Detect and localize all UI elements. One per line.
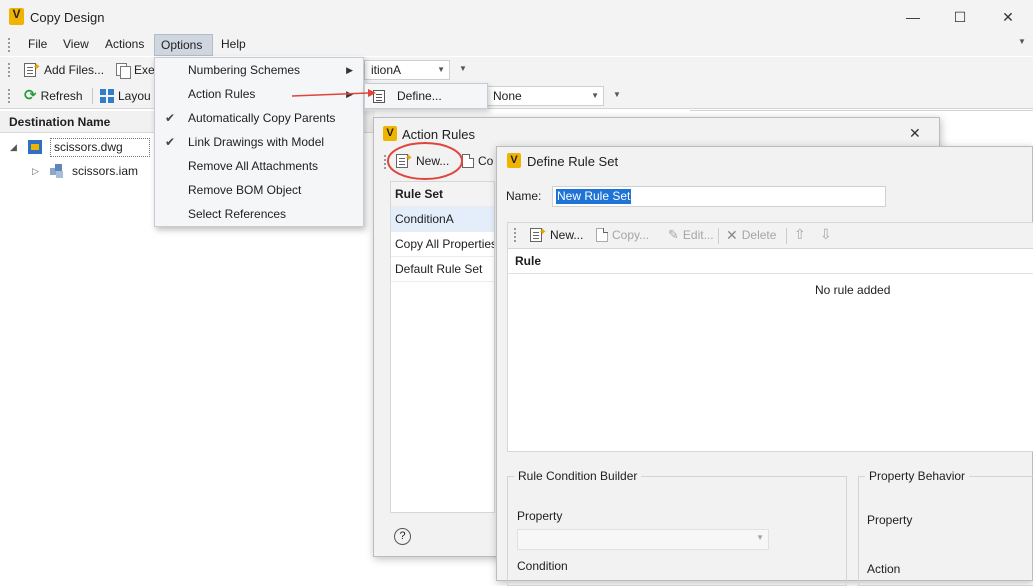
window-title: Copy Design <box>30 10 105 25</box>
menu-remove-attachments[interactable]: Remove All Attachments <box>155 154 363 178</box>
property-behavior-group: Property Behavior Property Action <box>858 469 1033 586</box>
checkmark-icon: ✔ <box>165 135 176 149</box>
rule-combo[interactable]: itionA ▼ <box>364 60 450 80</box>
title-bar: V Copy Design — ☐ ✕ <box>0 0 1033 34</box>
chevron-down-icon: ▼ <box>437 65 445 74</box>
list-item[interactable]: Default Rule Set <box>391 257 494 282</box>
rule-grid: Rule No rule added <box>507 248 1033 452</box>
rule-set-list: Rule Set ConditionA Copy All Properties … <box>390 181 495 513</box>
menu-options[interactable]: Options <box>154 34 213 56</box>
action-label: Action <box>867 562 901 576</box>
list-header: Rule Set <box>391 182 494 207</box>
collapse-icon[interactable]: ▷ <box>32 160 46 182</box>
delete-icon: ✕ <box>726 227 738 243</box>
menu-file[interactable]: File <box>22 34 53 56</box>
app-icon: V <box>507 153 521 168</box>
grip-icon <box>514 228 518 242</box>
maximize-button[interactable]: ☐ <box>950 8 970 26</box>
refresh-icon: ⟳ <box>24 87 37 104</box>
layout-button[interactable]: Layou <box>100 85 151 107</box>
app-icon: V <box>383 126 397 141</box>
close-icon[interactable]: ✕ <box>909 125 921 142</box>
dialog-title: Define Rule Set <box>527 154 619 169</box>
chevron-down-icon: ▼ <box>591 91 599 100</box>
assembly-icon <box>50 164 64 178</box>
help-icon[interactable]: ? <box>394 528 411 545</box>
condition-label: Condition <box>517 559 568 573</box>
drawing-icon <box>28 139 44 155</box>
add-file-icon <box>24 57 41 79</box>
action-rules-submenu: Define... <box>364 83 488 109</box>
list-item[interactable]: Copy All Properties <box>391 232 494 257</box>
menu-link-drawings[interactable]: ✔ Link Drawings with Model <box>155 130 363 154</box>
add-files-button[interactable]: Add Files... <box>24 57 104 81</box>
divider <box>690 110 1033 117</box>
menu-auto-copy-parents[interactable]: ✔ Automatically Copy Parents <box>155 106 363 130</box>
new-rule-button[interactable]: New... <box>530 222 583 246</box>
refresh-button[interactable]: ⟳ Refresh <box>24 85 83 107</box>
layout-icon <box>100 89 114 103</box>
separator <box>786 228 787 244</box>
tree-row-label: scissors.iam <box>72 164 139 178</box>
property-label: Property <box>867 513 913 527</box>
separator <box>92 88 93 104</box>
move-up-icon[interactable]: ⇧ <box>794 226 806 243</box>
rule-toolbar: New... Copy... ✎ Edit... ✕ Delete ⇧ ⇩ <box>507 222 1033 248</box>
chevron-down-icon: ▼ <box>756 533 764 542</box>
edit-rule-button[interactable]: ✎ Edit... <box>668 224 714 246</box>
annotation-arrow <box>291 89 376 97</box>
name-label: Name: <box>506 189 542 203</box>
menu-numbering-schemes[interactable]: Numbering Schemes ▶ <box>155 58 363 82</box>
chevron-down-icon[interactable]: ▼ <box>459 64 467 73</box>
checkmark-icon: ✔ <box>165 111 176 125</box>
edit-icon: ✎ <box>668 227 679 242</box>
menu-bar: File View Actions Options Help ▼ <box>0 34 1033 56</box>
grip-icon <box>8 38 12 52</box>
grip-icon <box>8 63 12 77</box>
property-label: Property <box>517 509 563 523</box>
chevron-right-icon: ▶ <box>346 65 353 75</box>
menu-remove-bom[interactable]: Remove BOM Object <box>155 178 363 202</box>
menu-actions[interactable]: Actions <box>99 34 150 56</box>
copy-rule-button[interactable]: Copy... <box>596 224 649 246</box>
expand-icon[interactable]: ◢ <box>10 136 24 158</box>
execute-button[interactable]: Exe <box>116 59 155 81</box>
new-icon <box>530 222 547 244</box>
options-dropdown: Numbering Schemes ▶ Action Rules ▶ ✔ Aut… <box>154 57 364 227</box>
menu-view[interactable]: View <box>57 34 95 56</box>
define-rule-set-dialog: V Define Rule Set Name: New Rule Set New… <box>496 146 1033 586</box>
rule-column-header[interactable]: Rule <box>508 249 1033 274</box>
property-select[interactable]: ▼ <box>517 529 769 550</box>
app-icon: V <box>9 8 24 25</box>
move-down-icon[interactable]: ⇩ <box>820 226 832 243</box>
chevron-down-icon[interactable]: ▼ <box>1018 37 1026 46</box>
minimize-button[interactable]: — <box>903 8 923 26</box>
copy-icon <box>596 228 608 242</box>
highlight-ellipse <box>387 142 463 180</box>
separator <box>718 228 719 244</box>
menu-help[interactable]: Help <box>215 34 252 56</box>
close-button[interactable]: ✕ <box>998 8 1018 26</box>
group-title: Rule Condition Builder <box>514 469 642 483</box>
condition-builder-group: Rule Condition Builder Property ▼ Condit… <box>507 469 847 586</box>
menu-define[interactable]: Define... <box>365 84 487 108</box>
menu-select-references[interactable]: Select References <box>155 202 363 226</box>
name-input[interactable]: New Rule Set <box>552 186 886 207</box>
copy-rule-set-button[interactable]: Co <box>462 150 493 172</box>
grip-icon <box>8 89 12 103</box>
group-title: Property Behavior <box>865 469 970 483</box>
chevron-down-icon[interactable]: ▼ <box>613 90 621 99</box>
layout-combo[interactable]: None ▼ <box>486 86 604 106</box>
delete-rule-button[interactable]: ✕ Delete <box>726 224 776 246</box>
list-item[interactable]: ConditionA <box>391 207 494 232</box>
tree-row-label: scissors.dwg <box>50 137 150 157</box>
copy-icon <box>116 63 131 79</box>
